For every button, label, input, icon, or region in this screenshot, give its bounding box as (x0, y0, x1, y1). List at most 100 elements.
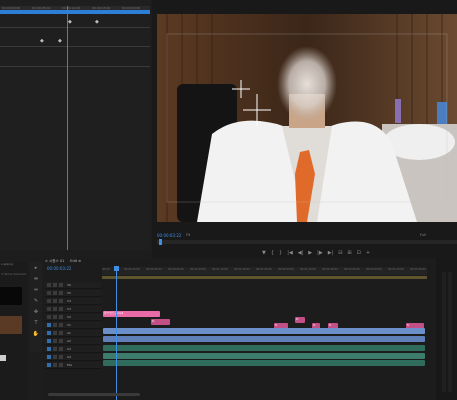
sync-lock-toggle[interactable] (53, 283, 57, 287)
program-timecode[interactable]: 00:00:03:22 (157, 233, 181, 238)
track-header[interactable]: V2 (45, 314, 101, 321)
mark-in-button[interactable]: { (271, 250, 274, 256)
track-header[interactable]: V3 (45, 306, 101, 313)
timeline-clip[interactable]: 자막 인트로.mp4 (103, 311, 160, 317)
timeline-timecode[interactable]: 00:00:03:22 (47, 266, 71, 271)
work-area-bar[interactable] (102, 276, 427, 279)
source-patch-toggle[interactable] (47, 299, 51, 303)
track-visibility-toggle[interactable] (59, 363, 63, 367)
project-thumbnail[interactable] (0, 316, 22, 334)
track-visibility-toggle[interactable] (59, 355, 63, 359)
effect-controls-playhead[interactable] (67, 6, 68, 250)
tab-sequence[interactable]: × 시퀀스 01 (45, 259, 64, 264)
sync-lock-toggle[interactable] (53, 291, 57, 295)
track-visibility-toggle[interactable] (59, 291, 63, 295)
timeline-playhead-handle[interactable] (114, 266, 119, 271)
sync-lock-toggle[interactable] (53, 307, 57, 311)
new-item-icon[interactable] (0, 355, 6, 361)
track-visibility-toggle[interactable] (59, 283, 63, 287)
source-patch-toggle[interactable] (47, 323, 51, 327)
type-tool-icon[interactable]: T (34, 320, 37, 326)
track-visibility-toggle[interactable] (59, 307, 63, 311)
effect-controls-clip-bar[interactable] (0, 10, 150, 14)
track-visibility-toggle[interactable] (59, 331, 63, 335)
track-name: V1 (67, 323, 71, 327)
ruler-tick: 00:02:45:00 (344, 268, 360, 271)
sync-lock-toggle[interactable] (53, 331, 57, 335)
timeline-playhead[interactable] (116, 266, 117, 400)
pen-tool-icon[interactable]: ✎ (34, 298, 38, 304)
program-playhead[interactable] (159, 239, 162, 245)
project-thumbnail[interactable] (0, 287, 22, 305)
sync-lock-toggle[interactable] (53, 323, 57, 327)
keyframe-icon[interactable]: ◆ (95, 19, 99, 25)
timeline-clip[interactable]: fx (151, 319, 170, 325)
ruler-tick: 00:00:15:00 (124, 268, 140, 271)
sync-lock-toggle[interactable] (53, 363, 57, 367)
selection-tool-icon[interactable]: ▸ (35, 265, 38, 271)
track-header[interactable]: A3 (45, 346, 101, 353)
project-name: x.prproj (1, 262, 13, 266)
track-header[interactable]: V4 (45, 298, 101, 305)
mark-out-button[interactable]: } (279, 250, 282, 256)
track-visibility-toggle[interactable] (59, 339, 63, 343)
source-patch-toggle[interactable] (47, 347, 51, 351)
keyframe-icon[interactable]: ◆ (68, 19, 72, 25)
go-to-out-button[interactable]: ▶| (328, 250, 334, 256)
track-visibility-toggle[interactable] (59, 323, 63, 327)
track-visibility-toggle[interactable] (59, 299, 63, 303)
ripple-edit-tool-icon[interactable]: ⇹ (34, 287, 38, 293)
lift-button[interactable]: ⊟ (338, 250, 342, 256)
timeline-clip[interactable] (103, 353, 425, 359)
timeline-scrollbar[interactable] (48, 393, 140, 396)
resolution-dropdown[interactable]: Full (420, 233, 426, 237)
source-patch-toggle[interactable] (47, 315, 51, 319)
button-editor-button[interactable]: + (366, 250, 370, 256)
track-header[interactable]: Mix (45, 362, 101, 369)
sync-lock-toggle[interactable] (53, 355, 57, 359)
source-patch-toggle[interactable] (47, 355, 51, 359)
source-patch-toggle[interactable] (47, 283, 51, 287)
sync-lock-toggle[interactable] (53, 315, 57, 319)
timeline-clip[interactable] (103, 336, 425, 342)
source-patch-toggle[interactable] (47, 339, 51, 343)
timeline-clip[interactable] (103, 360, 425, 366)
zoom-level-dropdown[interactable]: Fit (186, 233, 190, 237)
project-item-count: 4 Items Selected (1, 272, 27, 276)
timeline-clip[interactable] (103, 328, 425, 334)
timeline-clip[interactable]: fx (295, 317, 305, 323)
track-visibility-toggle[interactable] (59, 347, 63, 351)
timeline-clip[interactable] (103, 345, 425, 351)
play-button[interactable]: ▶ (308, 250, 312, 256)
hand-tool-icon[interactable]: ✋ (33, 331, 39, 337)
program-monitor-video[interactable] (157, 14, 457, 222)
track-header[interactable]: A2 (45, 338, 101, 345)
source-patch-toggle[interactable] (47, 307, 51, 311)
sync-lock-toggle[interactable] (53, 299, 57, 303)
timeline-ruler[interactable]: 00:00 00:00:15:00 00:00:30:00 00:00:45:00 00… (102, 267, 427, 275)
track-header[interactable]: V5 (45, 290, 101, 297)
tab-edit[interactable]: Edit ≡ (70, 259, 81, 264)
step-forward-button[interactable]: |▶ (317, 250, 323, 256)
sync-lock-toggle[interactable] (53, 339, 57, 343)
go-to-in-button[interactable]: |◀ (287, 250, 293, 256)
step-back-button[interactable]: ◀| (298, 250, 304, 256)
track-header[interactable]: V1 (45, 322, 101, 329)
slip-tool-icon[interactable]: ✥ (34, 309, 38, 315)
program-scrub-bar[interactable] (157, 240, 457, 244)
add-marker-button[interactable]: ▼ (262, 250, 266, 256)
source-patch-toggle[interactable] (47, 291, 51, 295)
sync-lock-toggle[interactable] (53, 347, 57, 351)
divider (0, 66, 150, 67)
track-header[interactable]: A4 (45, 354, 101, 361)
track-header[interactable]: V6 (45, 282, 101, 289)
source-patch-toggle[interactable] (47, 331, 51, 335)
track-visibility-toggle[interactable] (59, 315, 63, 319)
track-header[interactable]: A1 (45, 330, 101, 337)
extract-button[interactable]: ⊞ (347, 250, 351, 256)
keyframe-icon[interactable]: ◆ (58, 38, 62, 44)
source-patch-toggle[interactable] (47, 363, 51, 367)
keyframe-icon[interactable]: ◆ (40, 38, 44, 44)
export-frame-button[interactable]: ⊡ (357, 250, 361, 256)
track-select-tool-icon[interactable]: ⇼ (34, 276, 38, 282)
